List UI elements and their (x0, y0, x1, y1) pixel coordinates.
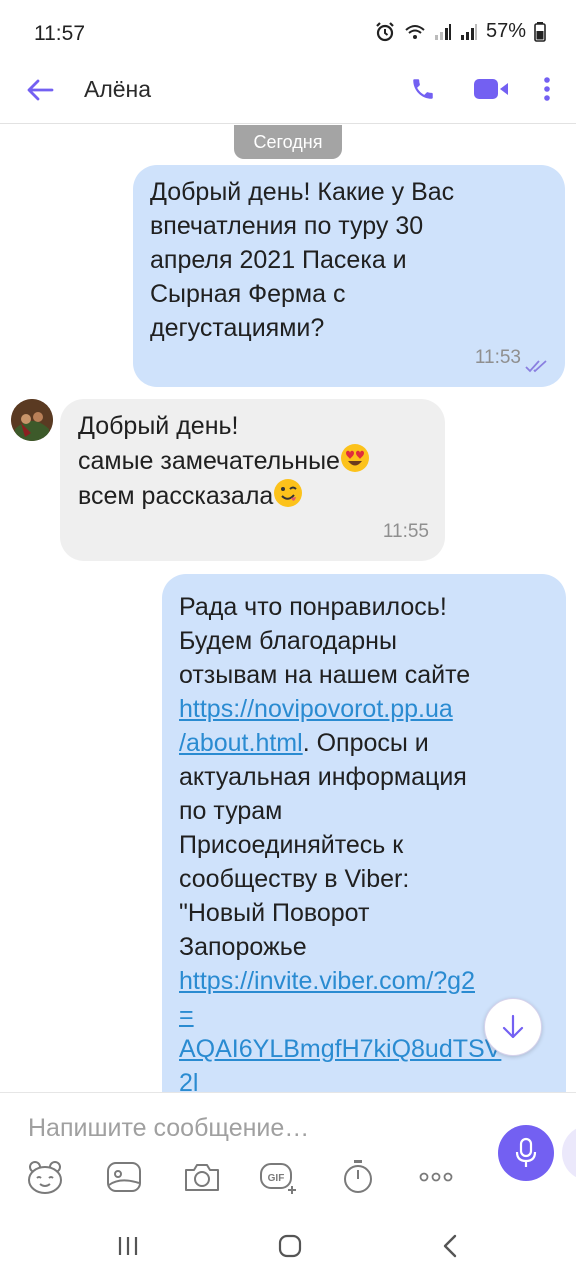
side-panel-edge (562, 1125, 576, 1181)
video-call-button[interactable] (470, 70, 512, 108)
camera-icon (185, 1164, 219, 1191)
phone-icon (413, 79, 433, 99)
message-text-segment: . Опросы и актуальная информация по тура… (179, 729, 467, 961)
back-icon (443, 1234, 457, 1258)
recent-apps-icon (118, 1237, 138, 1255)
message-text-segment: Рада что понравилось! Будем благодарны о… (179, 593, 471, 689)
wifi-icon (405, 24, 425, 39)
gif-icon: GIF (260, 1163, 296, 1194)
more-horizontal-icon (419, 1172, 453, 1182)
message-text-line: Добрый день! (78, 412, 239, 440)
back-arrow-icon (27, 79, 54, 101)
video-camera-icon (474, 79, 508, 99)
battery-percent: 57% (485, 20, 526, 42)
message-text: Добрый день! Какие у Вас впечатления по … (150, 178, 455, 342)
status-bar: 11:57 57% (0, 0, 576, 64)
home-button[interactable] (270, 1230, 310, 1262)
message-text-line: самые замечательные (78, 443, 429, 478)
avatar-photo (11, 399, 53, 441)
status-icons: 57% (374, 20, 546, 43)
contact-name[interactable]: Алёна (84, 76, 151, 103)
signal-icon (434, 23, 451, 40)
message-incoming[interactable]: Добрый день! самые замечательные всем ра… (60, 399, 445, 561)
message-time: 11:53 (474, 347, 521, 368)
more-vertical-icon (544, 77, 550, 101)
chat-header: Алёна (0, 64, 576, 124)
sticker-button[interactable] (25, 1157, 65, 1197)
status-time: 11:57 (34, 22, 85, 45)
home-icon (278, 1234, 302, 1258)
read-check-icon (525, 360, 547, 373)
message-text-segment: самые замечательные (78, 447, 340, 475)
message-outgoing[interactable]: Добрый день! Какие у Вас впечатления по … (133, 165, 565, 387)
avatar[interactable] (11, 399, 53, 441)
sticker-icon (28, 1161, 62, 1194)
doodle-icon (107, 1162, 141, 1192)
svg-text:GIF: GIF (268, 1173, 285, 1184)
doodle-button[interactable] (104, 1157, 144, 1197)
system-navigation-bar (0, 1210, 576, 1280)
timer-button[interactable] (338, 1157, 378, 1197)
message-text-segment: всем рассказала (78, 482, 274, 510)
microphone-icon (515, 1137, 537, 1167)
gif-button[interactable]: GIF (259, 1157, 299, 1197)
winking-face-emoji (274, 479, 303, 507)
alarm-icon (376, 21, 394, 41)
scroll-to-bottom-button[interactable] (484, 998, 542, 1056)
timer-icon (344, 1160, 372, 1193)
viber-invite-link[interactable]: https://invite.viber.com/?g2 = AQAI6YLBm… (179, 967, 501, 1092)
recent-apps-button[interactable] (108, 1230, 148, 1262)
signal-icon (460, 23, 477, 40)
more-options-button[interactable] (534, 70, 560, 108)
message-time: 11:55 (382, 521, 429, 542)
arrow-down-icon (502, 1014, 524, 1039)
chat-area[interactable]: Сегодня Добрый день! Какие у Вас впечатл… (0, 125, 576, 1092)
call-button[interactable] (404, 70, 442, 108)
system-back-button[interactable] (430, 1230, 470, 1262)
camera-button[interactable] (182, 1157, 222, 1197)
back-button[interactable] (22, 72, 58, 108)
heart-eyes-emoji (340, 444, 369, 472)
date-separator: Сегодня (234, 125, 342, 159)
battery-icon (534, 21, 546, 42)
message-text-line: всем рассказала (78, 478, 429, 513)
message-input[interactable] (28, 1111, 468, 1145)
voice-message-button[interactable] (498, 1125, 554, 1181)
more-tools-button[interactable] (416, 1157, 456, 1197)
message-composer: GIF (0, 1092, 576, 1210)
